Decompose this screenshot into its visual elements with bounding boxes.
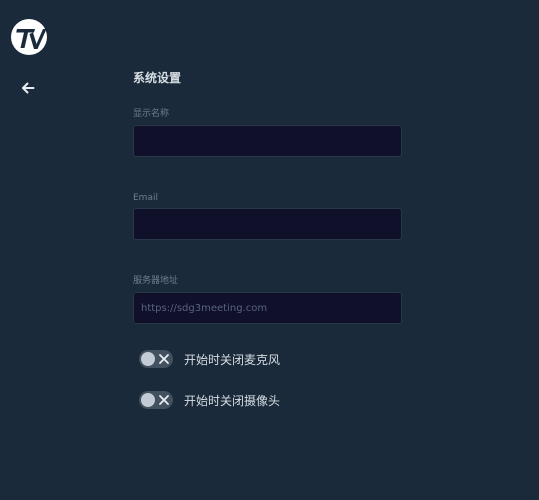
toggle-knob	[141, 393, 155, 407]
disable-camera-label: 开始时关闭摄像头	[184, 393, 281, 408]
server-url-input[interactable]	[133, 292, 402, 324]
display-name-label: 显示名称	[133, 109, 170, 119]
close-icon	[159, 354, 169, 364]
disable-camera-setting: 开始时关闭摄像头	[139, 390, 280, 410]
mute-microphone-toggle[interactable]	[139, 350, 173, 368]
mute-microphone-label: 开始时关闭麦克风	[184, 352, 281, 367]
close-icon	[159, 395, 169, 405]
settings-panel: 系统设置 显示名称 Email 服务器地址 开始时关闭麦克风 开始时关闭摄像头	[133, 70, 403, 409]
email-label: Email	[133, 193, 158, 203]
tv-logo-icon	[11, 19, 47, 55]
toggle-knob	[141, 352, 155, 366]
mute-microphone-setting: 开始时关闭麦克风	[139, 349, 280, 369]
display-name-input[interactable]	[133, 125, 402, 157]
page-title: 系统设置	[133, 71, 182, 85]
server-url-label: 服务器地址	[133, 276, 179, 286]
disable-camera-toggle[interactable]	[139, 391, 173, 409]
arrow-left-icon[interactable]	[18, 78, 38, 98]
email-input[interactable]	[133, 208, 402, 240]
